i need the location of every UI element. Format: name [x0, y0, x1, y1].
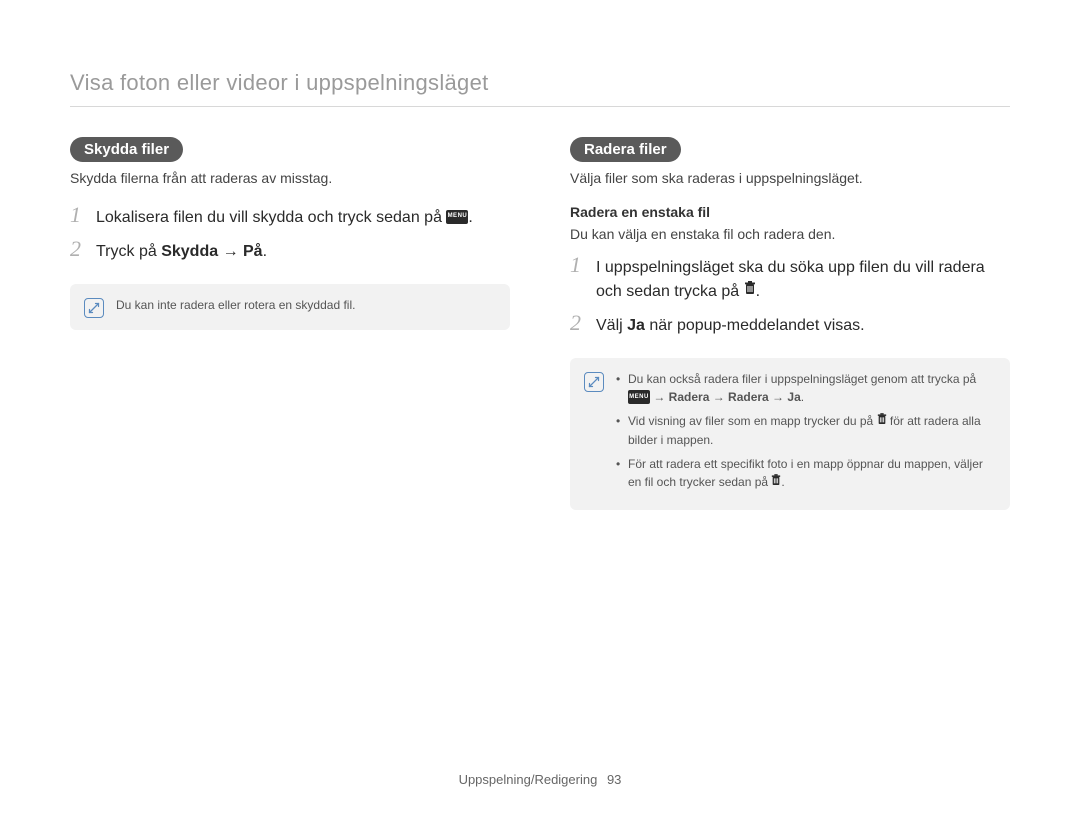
step-number: 1 — [70, 204, 86, 226]
step-text: Välj Ja när popup-meddelandet visas. — [596, 314, 865, 338]
body-right: Du kan välja en enstaka fil och radera d… — [570, 226, 1010, 242]
left-column: Skydda filer Skydda filerna från att rad… — [70, 137, 510, 510]
step2-post: . — [263, 243, 267, 260]
subhead-right: Radera en enstaka fil — [570, 204, 1010, 220]
note-text-left: Du kan inte radera eller rotera en skydd… — [116, 296, 355, 318]
n3-pre: För att radera ett specifikt foto i en m… — [628, 457, 983, 489]
note-item-2: Vid visning av filer som en mapp trycker… — [616, 412, 996, 449]
intro-left: Skydda filerna från att raderas av misst… — [70, 170, 510, 186]
step-number: 2 — [70, 238, 86, 260]
note-box-right: Du kan också radera filer i uppspelnings… — [570, 358, 1010, 510]
trash-icon — [771, 473, 781, 491]
n1-pre: Du kan också radera filer i uppspelnings… — [628, 372, 976, 386]
step2-bold: Skydda → På — [161, 243, 262, 260]
n1-bold: → Radera → Radera → Ja — [653, 390, 800, 404]
r-step1-a: I uppspelningsläget ska du söka upp file… — [596, 259, 985, 300]
content-columns: Skydda filer Skydda filerna från att rad… — [70, 137, 1010, 510]
right-step-1: 1 I uppspelningsläget ska du söka upp fi… — [570, 254, 1010, 304]
footer-section: Uppspelning/Redigering — [459, 772, 598, 787]
trash-icon — [877, 412, 887, 430]
note-item-3: För att radera ett specifikt foto i en m… — [616, 455, 996, 492]
note-icon — [84, 298, 104, 318]
left-step-1: 1 Lokalisera filen du vill skydda och tr… — [70, 204, 510, 230]
note-list-right: Du kan också radera filer i uppspelnings… — [616, 370, 996, 498]
intro-right: Välja filer som ska raderas i uppspelnin… — [570, 170, 1010, 186]
r-step2-post: när popup-meddelandet visas. — [645, 317, 865, 334]
right-column: Radera filer Välja filer som ska raderas… — [570, 137, 1010, 510]
step-text: Lokalisera filen du vill skydda och tryc… — [96, 206, 473, 230]
menu-icon: MENU — [628, 390, 650, 404]
note-item-1: Du kan också radera filer i uppspelnings… — [616, 370, 996, 406]
step1-pre: Lokalisera filen du vill skydda och tryc… — [96, 209, 446, 226]
page-header: Visa foton eller videor i uppspelningslä… — [70, 70, 1010, 107]
right-step-2: 2 Välj Ja när popup-meddelandet visas. — [570, 312, 1010, 338]
page-footer: Uppspelning/Redigering 93 — [0, 772, 1080, 787]
note-icon — [584, 372, 604, 392]
step-text: Tryck på Skydda → På. — [96, 240, 267, 264]
n3-post: . — [781, 475, 784, 489]
trash-icon — [744, 279, 756, 303]
left-step-2: 2 Tryck på Skydda → På. — [70, 238, 510, 264]
n1-post: . — [801, 390, 804, 404]
section-pill-radera: Radera filer — [570, 137, 681, 162]
n2-pre: Vid visning av filer som en mapp trycker… — [628, 414, 877, 428]
step2-pre: Tryck på — [96, 243, 161, 260]
section-pill-skydda: Skydda filer — [70, 137, 183, 162]
step-number: 1 — [570, 254, 586, 276]
r-step2-pre: Välj — [596, 317, 627, 334]
r-step2-bold: Ja — [627, 317, 645, 334]
note-box-left: Du kan inte radera eller rotera en skydd… — [70, 284, 510, 330]
step-number: 2 — [570, 312, 586, 334]
menu-icon: MENU — [446, 210, 468, 224]
footer-page-number: 93 — [607, 772, 621, 787]
r-step1-b: . — [756, 283, 760, 300]
step1-post: . — [468, 209, 472, 226]
step-text: I uppspelningsläget ska du söka upp file… — [596, 256, 1010, 304]
